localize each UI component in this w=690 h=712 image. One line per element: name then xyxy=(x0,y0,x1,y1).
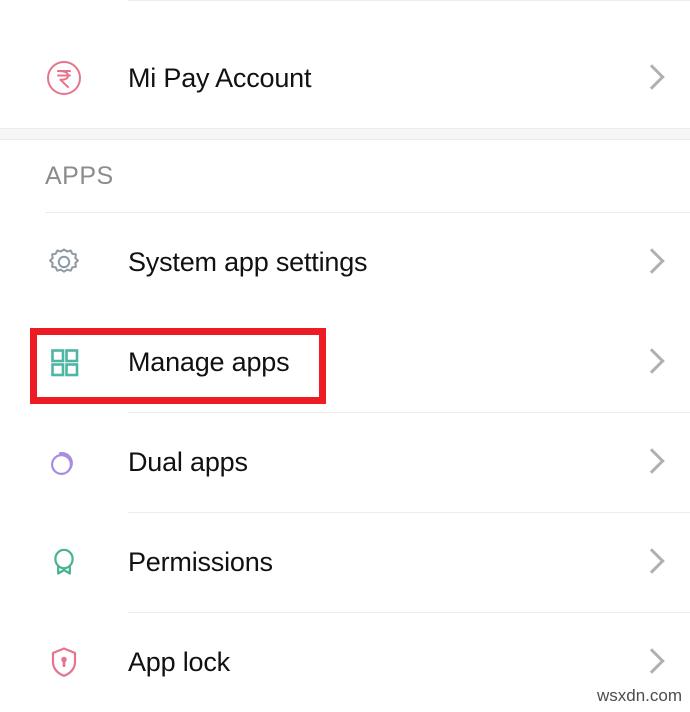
settings-row-label: Manage apps xyxy=(128,346,290,377)
section-header-apps: APPS xyxy=(0,140,690,212)
section-divider-band xyxy=(0,128,690,140)
chevron-right-icon[interactable] xyxy=(610,62,690,94)
section-title: APPS xyxy=(45,161,114,190)
top-spacer xyxy=(0,0,690,28)
settings-row-manage-apps[interactable]: Manage apps xyxy=(0,312,690,412)
settings-row-system-app-settings[interactable]: System app settings xyxy=(0,212,690,312)
divider xyxy=(45,212,690,213)
chevron-right-icon[interactable] xyxy=(610,546,690,578)
gear-icon xyxy=(0,242,128,282)
settings-row-label: Mi Pay Account xyxy=(128,62,312,93)
chevron-right-icon[interactable] xyxy=(610,246,690,278)
settings-row-mi-pay-account[interactable]: Mi Pay Account xyxy=(0,28,690,128)
settings-row-label: Dual apps xyxy=(128,446,248,477)
grid-squares-icon xyxy=(0,342,128,382)
chevron-right-icon[interactable] xyxy=(610,646,690,678)
settings-screen: Mi Pay Account APPS System app settings xyxy=(0,0,690,712)
shield-lock-icon xyxy=(0,642,128,682)
divider xyxy=(128,512,690,513)
overlapping-circles-icon xyxy=(0,442,128,482)
rupee-circle-icon xyxy=(0,58,128,98)
settings-row-app-lock[interactable]: App lock xyxy=(0,612,690,712)
divider xyxy=(128,412,690,413)
award-ribbon-icon xyxy=(0,542,128,582)
chevron-right-icon[interactable] xyxy=(610,346,690,378)
divider xyxy=(128,0,690,1)
settings-row-label: App lock xyxy=(128,646,230,677)
settings-row-label: Permissions xyxy=(128,546,273,577)
divider xyxy=(128,612,690,613)
settings-row-dual-apps[interactable]: Dual apps xyxy=(0,412,690,512)
watermark: wsxdn.com xyxy=(596,686,682,705)
chevron-right-icon[interactable] xyxy=(610,446,690,478)
settings-row-permissions[interactable]: Permissions xyxy=(0,512,690,612)
settings-row-label: System app settings xyxy=(128,246,368,277)
